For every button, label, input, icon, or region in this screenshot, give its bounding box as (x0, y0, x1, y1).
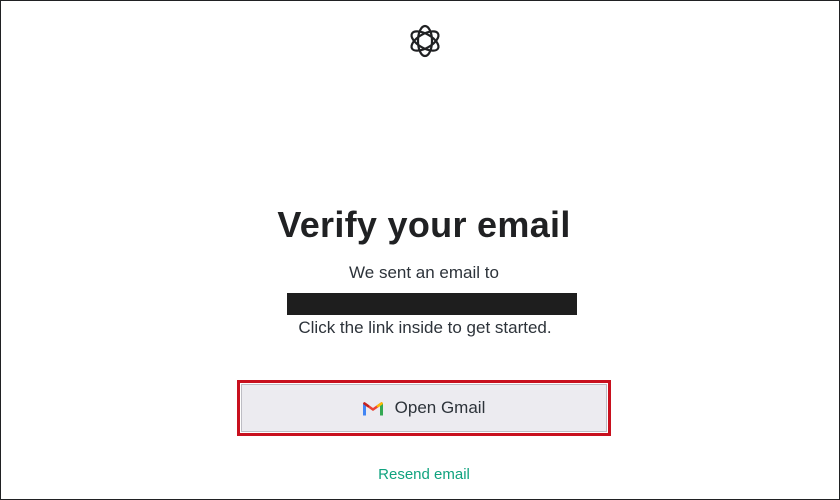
page-title: Verify your email (277, 204, 571, 245)
openai-logo-icon (410, 24, 440, 58)
verify-email-screen: Verify your email We sent an email to Cl… (0, 0, 840, 500)
instruction-text: Click the link inside to get started. (298, 318, 552, 337)
open-gmail-label: Open Gmail (394, 398, 486, 417)
redacted-email-address (287, 293, 577, 315)
resend-email-link[interactable]: Resend email (1, 466, 840, 483)
gmail-icon (362, 402, 383, 416)
sent-email-text: We sent an email to (349, 263, 499, 282)
open-gmail-button[interactable]: Open Gmail (241, 384, 607, 432)
